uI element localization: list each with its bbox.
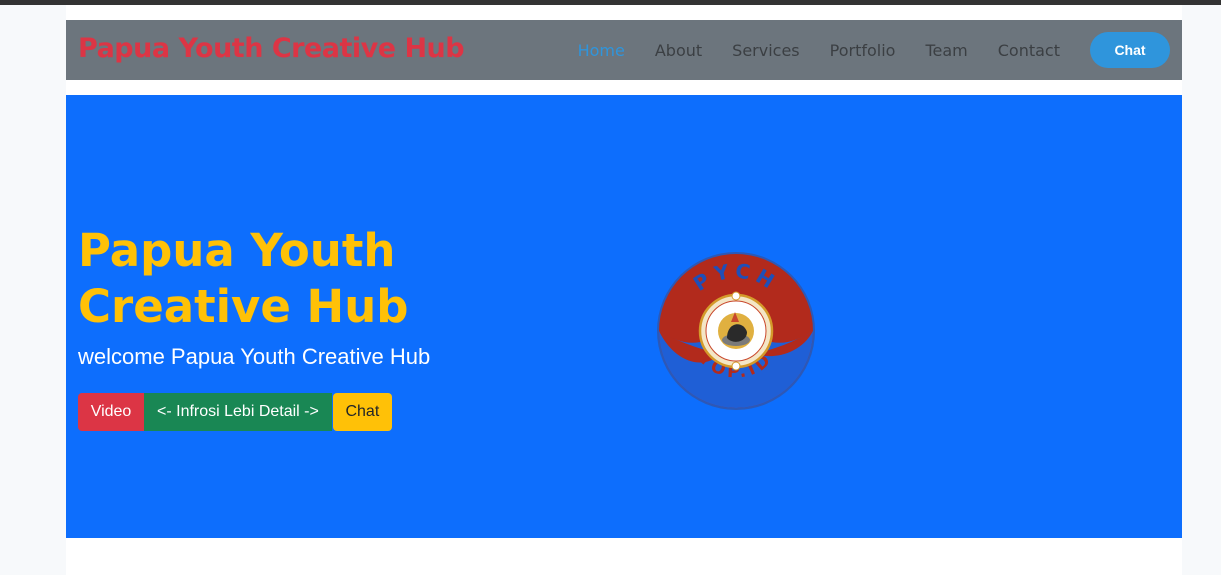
- nav-link-portfolio[interactable]: Portfolio: [830, 41, 896, 60]
- brand-title[interactable]: Papua Youth Creative Hub: [78, 33, 465, 64]
- video-button[interactable]: Video: [78, 393, 144, 431]
- nav-link-services[interactable]: Services: [732, 41, 799, 60]
- hero-button-group: Video <- Infrosi Lebi Detail -> Chat: [78, 393, 392, 431]
- nav-link-contact[interactable]: Contact: [998, 41, 1060, 60]
- nav-link-home[interactable]: Home: [578, 41, 625, 60]
- nav-link-team[interactable]: Team: [925, 41, 967, 60]
- hero-chat-button[interactable]: Chat: [332, 393, 392, 431]
- pych-logo: PYCH TOP.ID: [655, 250, 817, 412]
- hero-title: Papua Youth Creative Hub: [78, 224, 409, 333]
- pych-logo-emblem-icon: PYCH TOP.ID: [657, 252, 815, 410]
- nav-link-about[interactable]: About: [655, 41, 702, 60]
- info-detail-button[interactable]: <- Infrosi Lebi Detail ->: [144, 393, 332, 431]
- hero-section: Papua Youth Creative Hub welcome Papua Y…: [66, 95, 1182, 538]
- hero-subtitle: welcome Papua Youth Creative Hub: [78, 344, 431, 369]
- nav-chat-button[interactable]: Chat: [1090, 32, 1170, 68]
- navbar: Papua Youth Creative Hub Home About Serv…: [66, 20, 1182, 80]
- nav-links: Home About Services Portfolio Team Conta…: [548, 32, 1170, 68]
- page-container: Papua Youth Creative Hub Home About Serv…: [66, 5, 1182, 575]
